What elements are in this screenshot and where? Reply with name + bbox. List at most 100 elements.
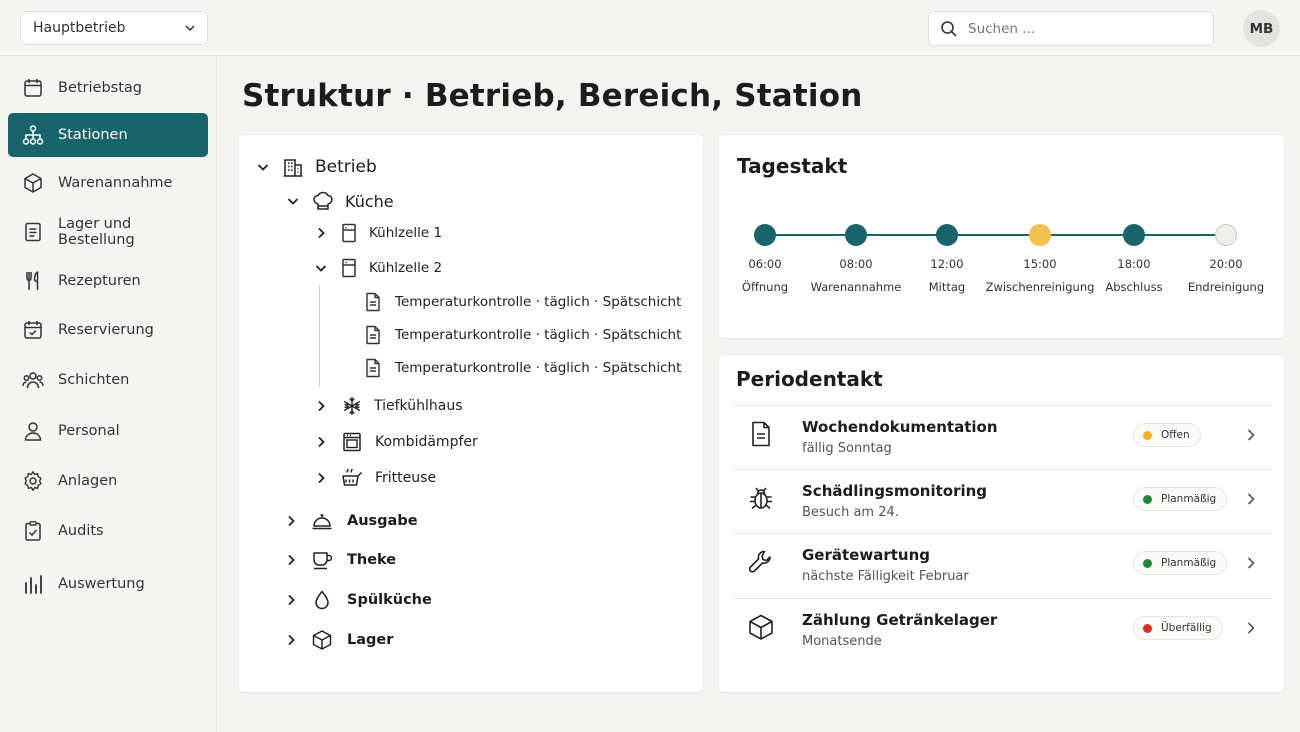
period-item-title: Zählung Getränkelager — [802, 611, 998, 629]
bug-icon — [750, 487, 772, 510]
period-item-geraetewartung[interactable]: Gerätewartung nächste Fälligkeit Februar… — [733, 533, 1273, 597]
sidebar-item-warenannahme[interactable]: Warenannahme — [8, 161, 208, 205]
period-item-subtitle: Monatsende — [802, 634, 882, 649]
tree-node-check[interactable]: Temperaturkontrolle · täglich · Spätschi… — [362, 291, 681, 313]
tree-node-betrieb[interactable]: Betrieb — [256, 156, 377, 178]
period-item-subtitle: nächste Fälligkeit Februar — [802, 569, 969, 584]
package-icon — [24, 173, 42, 193]
period-item-title: Schädlingsmonitoring — [802, 482, 988, 500]
sidebar-item-label: Personal — [58, 423, 120, 439]
tree-label: Küche — [345, 191, 394, 211]
chef-hat-icon — [313, 191, 333, 210]
sidebar-item-audits[interactable]: Audits — [8, 509, 208, 553]
status-dot — [1143, 623, 1152, 633]
status-dot — [1143, 430, 1152, 440]
tree-node-fritteuse[interactable]: Fritteuse — [314, 467, 436, 489]
timeline-dot[interactable] — [754, 224, 776, 246]
oven-icon — [343, 432, 361, 452]
person-icon — [24, 422, 42, 441]
period-item-zaehlung-getraenkelager[interactable]: Zählung Getränkelager Monatsende Überfäl… — [733, 598, 1273, 662]
timeline-dot[interactable] — [1029, 224, 1051, 246]
chevron-right-icon[interactable] — [284, 553, 298, 567]
tree-node-check[interactable]: Temperaturkontrolle · täglich · Spätschi… — [362, 357, 681, 379]
period-item-schaedlingsmonitoring[interactable]: Schädlingsmonitoring Besuch am 24. Planm… — [733, 469, 1273, 533]
tree-label: Kühlzelle 2 — [369, 260, 443, 276]
chevron-down-icon[interactable] — [256, 160, 270, 174]
sidebar-item-label: Stationen — [58, 127, 128, 143]
tree-node-tiefkuehlhaus[interactable]: Tiefkühlhaus — [314, 395, 462, 417]
chevron-right-icon[interactable] — [314, 435, 328, 449]
box-icon — [749, 614, 773, 640]
tree-node-kueche[interactable]: Küche — [286, 190, 394, 212]
tree-node-kombidaempfer[interactable]: Kombidämpfer — [314, 431, 478, 453]
sidebar-item-lager-bestellung[interactable]: Lager und Bestellung — [8, 210, 208, 254]
tree-node-lager[interactable]: Lager — [284, 629, 393, 651]
clipboard-check-icon — [25, 521, 41, 541]
timeline-dot[interactable] — [845, 224, 867, 246]
chevron-right-icon[interactable] — [314, 471, 328, 485]
periodentakt-card: Periodentakt Wochendokumentation fällig … — [719, 355, 1284, 692]
tree-label: Kühlzelle 1 — [369, 225, 443, 241]
chevron-right-icon[interactable] — [1245, 556, 1257, 570]
hierarchy-icon — [22, 125, 44, 145]
timeline-dot[interactable] — [936, 224, 958, 246]
tree-label: Kombidämpfer — [375, 434, 478, 450]
wrench-icon — [748, 550, 771, 573]
search-icon — [941, 20, 957, 37]
timeline-dot[interactable] — [1215, 224, 1237, 246]
tree-label: Spülküche — [347, 592, 432, 608]
tree-node-check[interactable]: Temperaturkontrolle · täglich · Spätschi… — [362, 324, 681, 346]
timeline-dot[interactable] — [1123, 224, 1145, 246]
avatar[interactable]: MB — [1243, 10, 1280, 47]
chevron-right-icon[interactable] — [284, 514, 298, 528]
chevron-right-icon[interactable] — [1245, 621, 1257, 635]
tree-node-ausgabe[interactable]: Ausgabe — [284, 510, 418, 532]
timeline-time: 20:00 — [1209, 257, 1243, 271]
tree-label: Lager — [347, 632, 394, 648]
tree-node-kuehlzelle-2[interactable]: Kühlzelle 2 — [314, 257, 442, 279]
snowflake-icon — [343, 397, 361, 415]
chevron-right-icon[interactable] — [314, 399, 328, 413]
status-dot — [1143, 558, 1152, 568]
search-box[interactable] — [928, 11, 1214, 46]
sidebar-item-anlagen[interactable]: Anlagen — [8, 459, 208, 503]
chevron-right-icon[interactable] — [1245, 428, 1257, 442]
calendar-icon — [24, 79, 42, 97]
chevron-down-icon[interactable] — [286, 194, 300, 208]
tree-label: Fritteuse — [375, 470, 437, 486]
sidebar-item-betriebstag[interactable]: Betriebstag — [8, 66, 208, 110]
sidebar-item-schichten[interactable]: Schichten — [8, 358, 208, 402]
tree-label: Betrieb — [315, 157, 377, 177]
tree-label: Tiefkühlhaus — [374, 398, 463, 414]
tree-node-kuehlzelle-1[interactable]: Kühlzelle 1 — [314, 222, 442, 244]
sidebar-item-stationen[interactable]: Stationen — [8, 113, 208, 157]
sidebar-item-label: Rezepturen — [58, 273, 141, 289]
sidebar-item-label: Betriebstag — [58, 80, 142, 96]
site-select[interactable]: Hauptbetrieb — [20, 11, 208, 45]
chevron-right-icon[interactable] — [284, 633, 298, 647]
status-badge: Offen — [1133, 423, 1201, 447]
tree-label: Temperaturkontrolle · täglich · Spätschi… — [395, 294, 682, 310]
tree-node-spuelkueche[interactable]: Spülküche — [284, 589, 432, 611]
status-label: Überfällig — [1161, 622, 1212, 634]
fridge-icon — [342, 223, 356, 243]
sidebar-item-rezepturen[interactable]: Rezepturen — [8, 259, 208, 303]
sidebar-item-personal[interactable]: Personal — [8, 409, 208, 453]
period-item-wochendokumentation[interactable]: Wochendokumentation fällig Sonntag Offen — [733, 405, 1273, 469]
chevron-right-icon[interactable] — [314, 226, 328, 240]
card-title: Periodentakt — [736, 367, 883, 391]
status-dot — [1143, 494, 1152, 504]
sidebar-item-reservierung[interactable]: Reservierung — [8, 308, 208, 352]
bar-chart-icon — [25, 575, 42, 594]
status-badge: Planmäßig — [1133, 551, 1228, 575]
tree-node-theke[interactable]: Theke — [284, 549, 396, 571]
chevron-down-icon[interactable] — [314, 261, 328, 275]
sidebar-item-label: Warenannahme — [58, 175, 173, 191]
tree-label: Ausgabe — [347, 513, 418, 529]
search-input[interactable] — [968, 20, 1198, 37]
top-bar: Hauptbetrieb MB — [0, 0, 1300, 56]
chevron-right-icon[interactable] — [1245, 492, 1257, 506]
chevron-right-icon[interactable] — [284, 593, 298, 607]
fridge-icon — [342, 258, 356, 278]
sidebar-item-auswertung[interactable]: Auswertung — [8, 562, 208, 606]
